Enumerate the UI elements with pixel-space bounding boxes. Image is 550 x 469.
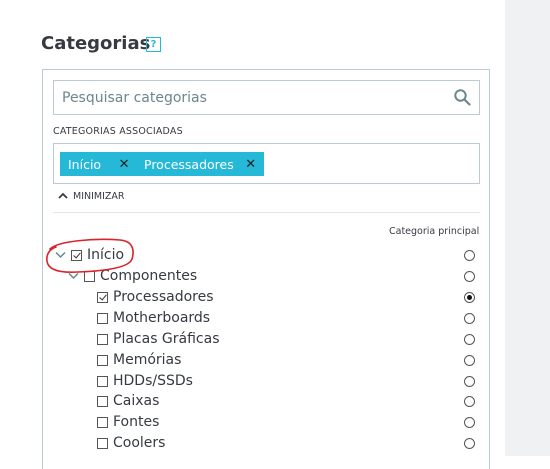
divider (53, 212, 480, 213)
tag-processadores: Processadores ✕ (136, 152, 264, 176)
minimize-label: MINIMIZAR (73, 191, 125, 202)
chevron-down-icon[interactable] (55, 247, 66, 263)
tree-item-label: Memórias (113, 352, 182, 368)
tree-checkbox[interactable] (97, 416, 108, 428)
minimize-button[interactable]: MINIMIZAR (58, 191, 125, 202)
principal-radio[interactable] (464, 355, 475, 366)
tree-item-fontes: Fontes (97, 412, 159, 432)
tree-checkbox[interactable] (97, 333, 108, 345)
close-icon[interactable]: ✕ (111, 157, 137, 172)
tree-item-componentes: Componentes (68, 266, 197, 286)
tree-item-label: Caixas (113, 393, 160, 409)
associated-tags: Início ✕ Processadores ✕ (53, 143, 480, 184)
principal-category-label: Categoria principal (389, 226, 480, 237)
tree-item-label: Fontes (113, 414, 160, 430)
principal-radio[interactable] (464, 417, 475, 428)
principal-radio[interactable] (464, 396, 475, 407)
tree-item-label: Motherboards (113, 310, 211, 326)
tree-item-processadores: Processadores (97, 287, 214, 307)
tree-item-inicio: Início (55, 245, 124, 265)
tree-checkbox[interactable] (84, 270, 95, 282)
principal-radio[interactable] (464, 292, 475, 303)
tree-checkbox[interactable] (71, 249, 82, 261)
tag-label: Processadores (144, 156, 234, 172)
principal-radio[interactable] (464, 376, 475, 387)
tree-checkbox[interactable] (97, 375, 108, 387)
principal-radio[interactable] (464, 438, 475, 449)
page-title: Categorias (41, 33, 151, 54)
associated-categories-label: CATEGORIAS ASSOCIADAS (53, 126, 183, 137)
chevron-down-icon[interactable] (68, 268, 79, 284)
tree-item-label: HDDs/SSDs (113, 373, 193, 389)
tree-item-label: Componentes (100, 268, 198, 284)
tree-item-label: Coolers (113, 435, 166, 451)
principal-radio[interactable] (464, 334, 475, 345)
tree-item-label: Início (87, 247, 125, 263)
tree-item-caixas: Caixas (97, 391, 159, 411)
principal-radio[interactable] (464, 250, 475, 261)
right-gutter (505, 0, 550, 456)
tree-item-motherboards: Motherboards (97, 308, 210, 328)
search-input[interactable] (54, 81, 444, 114)
close-icon[interactable]: ✕ (238, 157, 264, 172)
tree-checkbox[interactable] (97, 312, 108, 324)
tree-checkbox[interactable] (97, 354, 108, 366)
tree-checkbox[interactable] (97, 395, 108, 407)
tree-item-memorias: Memórias (97, 350, 181, 370)
tree-checkbox[interactable] (97, 437, 108, 449)
tree-item-placas-graficas: Placas Gráficas (97, 329, 220, 349)
tree-item-label: Placas Gráficas (113, 331, 220, 347)
tree-item-label: Processadores (113, 289, 214, 305)
tag-inicio: Início ✕ (60, 152, 138, 176)
search-icon[interactable] (454, 89, 471, 110)
tree-checkbox[interactable] (97, 291, 108, 303)
help-icon[interactable]: ? (146, 37, 161, 52)
tree-item-hdds-ssds: HDDs/SSDs (97, 371, 193, 391)
search-box (53, 80, 480, 115)
chevron-up-icon (58, 191, 68, 202)
tree-item-coolers: Coolers (97, 433, 165, 453)
tag-label: Início (68, 156, 102, 172)
principal-radio[interactable] (464, 313, 475, 324)
principal-radio[interactable] (464, 271, 475, 282)
